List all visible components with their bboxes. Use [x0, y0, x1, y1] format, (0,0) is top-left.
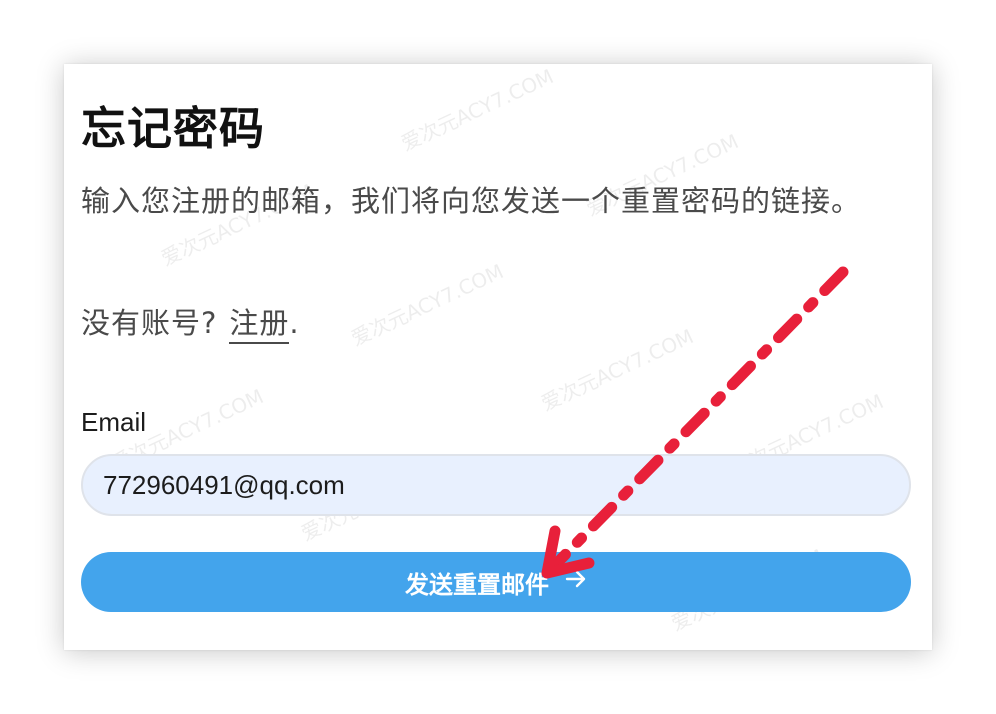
signup-prompt: 没有账号? 注册.: [81, 300, 300, 344]
page-title: 忘记密码: [81, 102, 266, 155]
email-label: Email: [81, 407, 147, 437]
send-reset-email-button[interactable]: 发送重置邮件: [81, 552, 911, 612]
watermark: 爱次元ACY7.COM: [347, 259, 508, 351]
send-reset-email-label: 发送重置邮件: [405, 570, 549, 599]
arrow-right-icon: [565, 568, 587, 596]
signup-prompt-text: 没有账号?: [81, 306, 218, 340]
email-field[interactable]: [81, 454, 911, 516]
register-link[interactable]: 注册: [229, 306, 290, 344]
watermark: 爱次元ACY7.COM: [397, 64, 558, 156]
page-description: 输入您注册的邮箱，我们将向您发送一个重置密码的链接。: [81, 184, 862, 218]
signup-prompt-suffix: .: [289, 306, 300, 340]
forgot-password-card: 爱次元ACY7.COM 爱次元ACY7.COM 爱次元ACY7.COM 爱次元A…: [64, 64, 932, 650]
watermark: 爱次元ACY7.COM: [537, 324, 698, 416]
